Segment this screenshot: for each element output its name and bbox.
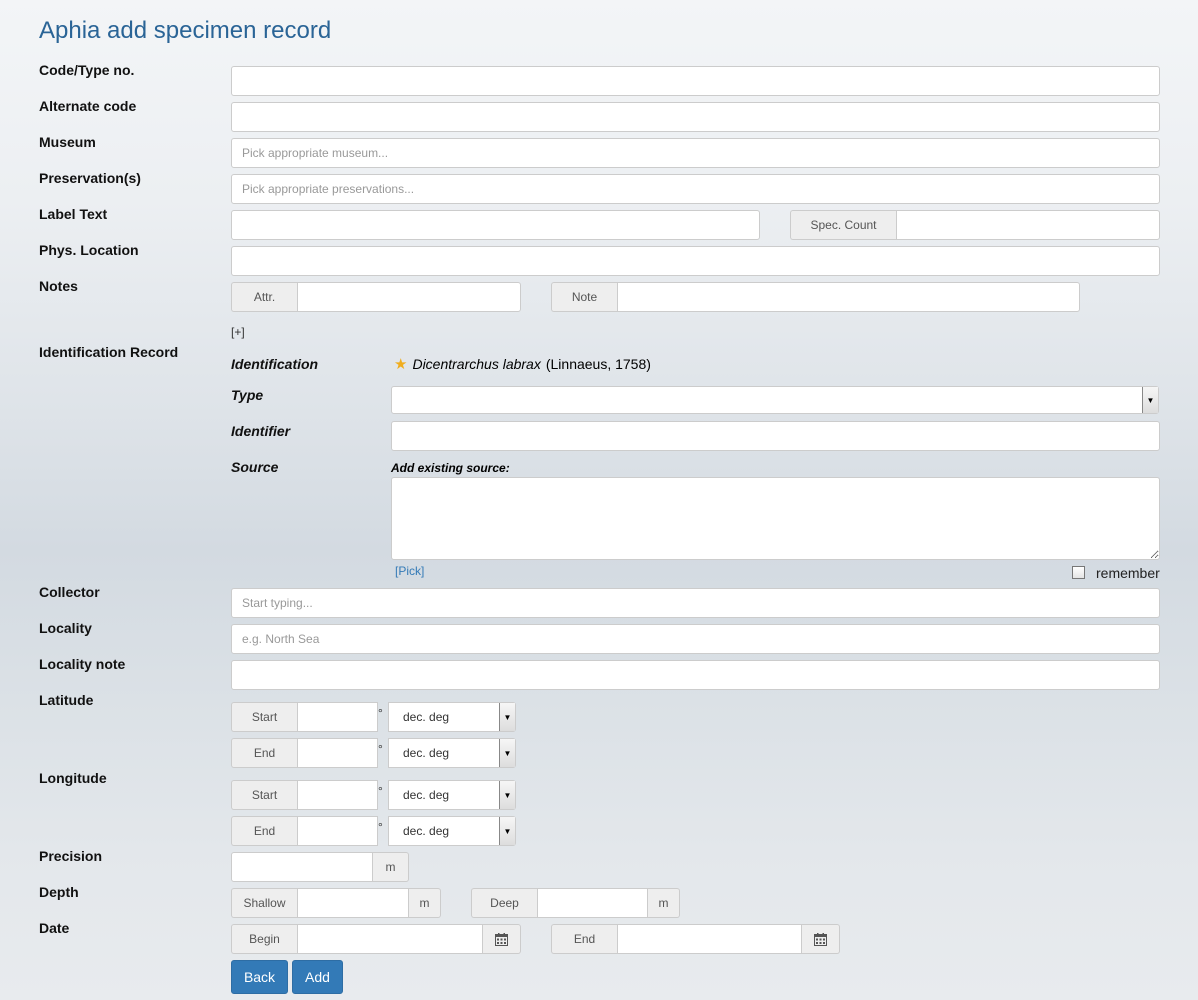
alternate-code-input[interactable] <box>231 102 1160 132</box>
shallow-unit-addon: m <box>409 888 441 918</box>
chevron-down-icon: ▼ <box>499 781 515 809</box>
identification-value: ★ Dicentrarchus labrax (Linnaeus, 1758) <box>394 355 651 373</box>
degree-symbol: ° <box>378 742 383 756</box>
lat-start-unit-select[interactable]: dec. deg ▼ <box>388 702 516 732</box>
page-title: Aphia add specimen record <box>39 17 332 44</box>
taxon-name[interactable]: Dicentrarchus labrax <box>412 356 540 372</box>
precision-label: Precision <box>39 848 103 864</box>
note-addon: Note <box>551 282 617 312</box>
identification-record-label: Identification Record <box>39 344 179 360</box>
label-text-input[interactable] <box>231 210 760 240</box>
locality-label: Locality <box>39 620 92 636</box>
chevron-down-icon: ▼ <box>1142 387 1158 413</box>
unit-value: dec. deg <box>403 746 450 760</box>
add-source-label: Add existing source: <box>391 461 510 475</box>
chevron-down-icon: ▼ <box>499 739 515 767</box>
pick-source-link[interactable]: [Pick] <box>395 564 424 578</box>
lat-end-unit-select[interactable]: dec. deg ▼ <box>388 738 516 768</box>
deep-unit-addon: m <box>648 888 680 918</box>
lon-end-addon: End <box>231 816 297 846</box>
attr-input[interactable] <box>297 282 521 312</box>
locality-note-label: Locality note <box>39 656 126 672</box>
latitude-label: Latitude <box>39 692 94 708</box>
lon-end-input[interactable] <box>297 816 378 846</box>
spec-count-addon: Spec. Count <box>790 210 896 240</box>
chevron-down-icon: ▼ <box>499 703 515 731</box>
calendar-icon <box>495 932 508 946</box>
preservation-input[interactable] <box>231 174 1160 204</box>
degree-symbol: ° <box>378 820 383 834</box>
label-text-label: Label Text <box>39 206 108 222</box>
longitude-label: Longitude <box>39 770 107 786</box>
precision-input[interactable] <box>231 852 373 882</box>
code-input[interactable] <box>231 66 1160 96</box>
degree-symbol: ° <box>378 706 383 720</box>
collector-label: Collector <box>39 584 100 600</box>
spec-count-input[interactable] <box>896 210 1160 240</box>
remember-label: remember <box>1096 565 1160 581</box>
locality-input[interactable] <box>231 624 1160 654</box>
museum-input[interactable] <box>231 138 1160 168</box>
end-addon: End <box>551 924 617 954</box>
begin-date-input[interactable] <box>297 924 483 954</box>
shallow-addon: Shallow <box>231 888 297 918</box>
collector-input[interactable] <box>231 588 1160 618</box>
taxon-author: (Linnaeus, 1758) <box>545 356 651 372</box>
back-button[interactable]: Back <box>231 960 288 994</box>
attr-addon: Attr. <box>231 282 297 312</box>
unit-value: dec. deg <box>403 788 450 802</box>
remember-checkbox[interactable] <box>1072 566 1085 579</box>
preservation-label: Preservation(s) <box>39 170 141 186</box>
date-label: Date <box>39 920 70 936</box>
chevron-down-icon: ▼ <box>499 817 515 845</box>
source-textarea[interactable] <box>391 477 1160 560</box>
identifier-input[interactable] <box>391 421 1160 451</box>
phys-location-label: Phys. Location <box>39 242 139 258</box>
lat-end-addon: End <box>231 738 297 768</box>
begin-calendar-button[interactable] <box>483 924 521 954</box>
code-label: Code/Type no. <box>39 62 135 78</box>
lat-start-addon: Start <box>231 702 297 732</box>
unit-value: dec. deg <box>403 824 450 838</box>
lat-start-input[interactable] <box>297 702 378 732</box>
end-calendar-button[interactable] <box>802 924 840 954</box>
source-label: Source <box>231 459 279 475</box>
lon-end-unit-select[interactable]: dec. deg ▼ <box>388 816 516 846</box>
begin-addon: Begin <box>231 924 297 954</box>
note-input[interactable] <box>617 282 1080 312</box>
locality-note-input[interactable] <box>231 660 1160 690</box>
add-button[interactable]: Add <box>292 960 343 994</box>
museum-label: Museum <box>39 134 96 150</box>
precision-unit-addon: m <box>373 852 409 882</box>
identifier-label: Identifier <box>231 423 291 439</box>
lon-start-unit-select[interactable]: dec. deg ▼ <box>388 780 516 810</box>
lon-start-addon: Start <box>231 780 297 810</box>
end-date-input[interactable] <box>617 924 802 954</box>
unit-value: dec. deg <box>403 710 450 724</box>
deep-input[interactable] <box>537 888 648 918</box>
expand-notes-link[interactable]: [+] <box>231 325 245 339</box>
type-select[interactable]: ▼ <box>391 386 1159 414</box>
degree-symbol: ° <box>378 784 383 798</box>
phys-location-input[interactable] <box>231 246 1160 276</box>
alternate-code-label: Alternate code <box>39 98 137 114</box>
lat-end-input[interactable] <box>297 738 378 768</box>
calendar-icon <box>814 932 827 946</box>
star-icon: ★ <box>394 356 408 373</box>
notes-label: Notes <box>39 278 78 294</box>
shallow-input[interactable] <box>297 888 409 918</box>
lon-start-input[interactable] <box>297 780 378 810</box>
type-label: Type <box>231 387 264 403</box>
identification-label: Identification <box>231 356 319 372</box>
depth-label: Depth <box>39 884 79 900</box>
deep-addon: Deep <box>471 888 537 918</box>
